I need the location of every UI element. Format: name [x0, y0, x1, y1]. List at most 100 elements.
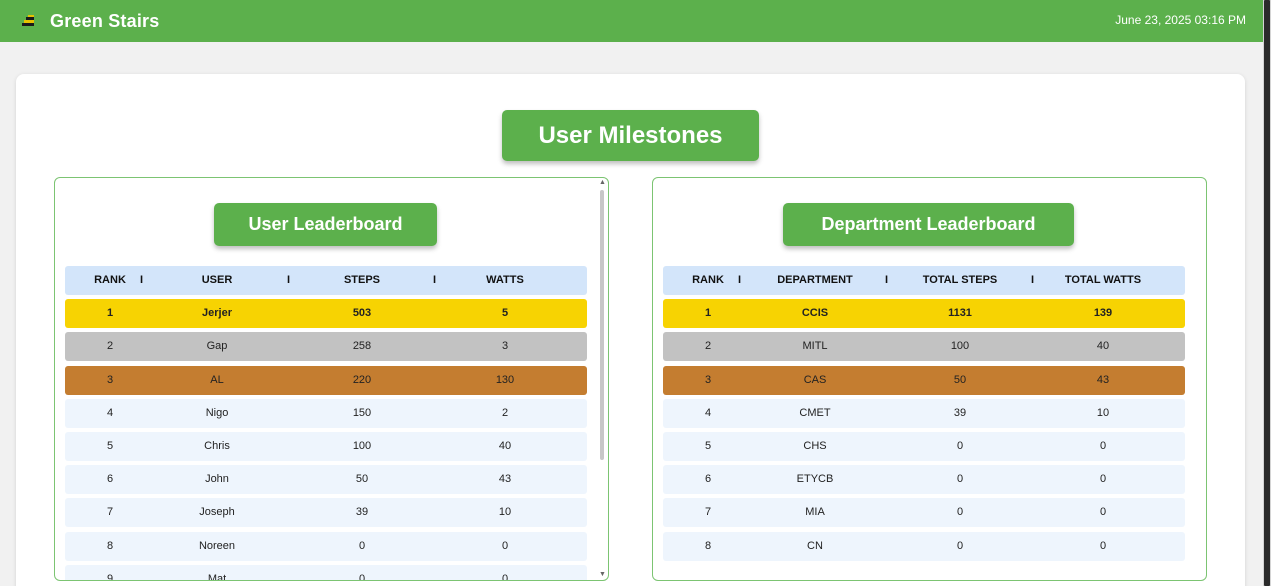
scrollbar-thumb[interactable]: [600, 190, 604, 460]
cell-steps: 0: [358, 539, 366, 552]
cell-steps: 50: [355, 473, 369, 486]
cell-user: AL: [210, 373, 224, 386]
cell-steps: 503: [352, 307, 372, 320]
table-row: 4 CMET 39 10: [663, 398, 1185, 428]
cell-watts: 10: [498, 506, 512, 519]
cell-total-steps: 1131: [948, 307, 972, 320]
table-row: 4 Nigo 150 2: [65, 398, 587, 428]
cell-department: CN: [807, 539, 823, 552]
cell-user: Chris: [204, 440, 230, 452]
column-separator: I: [433, 274, 437, 286]
cell-rank: 8: [106, 539, 114, 552]
cell-rank: 7: [704, 506, 712, 519]
window-scrollbar-thumb[interactable]: [1264, 0, 1270, 586]
table-row: 9 Mat 0 0: [65, 564, 587, 581]
column-header-rank: RANK: [692, 274, 724, 286]
cell-rank: 1: [704, 307, 712, 320]
cell-rank: 2: [704, 340, 712, 353]
cell-department: MITL: [802, 340, 828, 353]
column-separator: I: [140, 274, 144, 286]
cell-total-steps: 0: [956, 506, 964, 519]
table-header-row: RANK DEPARTMENT TOTAL STEPS TOTAL WATTS I I I: [663, 266, 1185, 295]
column-header-watts: WATTS: [486, 274, 524, 286]
cell-total-steps: 100: [950, 340, 970, 353]
table-row: 1 CCIS 1131 139: [663, 299, 1185, 329]
cell-user: Gap: [206, 340, 228, 353]
column-separator: I: [738, 274, 742, 286]
cell-watts: 0: [501, 539, 509, 552]
scroll-up-icon[interactable]: ▲: [599, 179, 606, 186]
window-scrollbar[interactable]: [1263, 0, 1271, 586]
stairs-icon: [20, 14, 38, 28]
table-row: 3 AL 220 130: [65, 365, 587, 395]
cell-department: CHS: [803, 440, 827, 452]
table-row: 3 CAS 50 43: [663, 365, 1185, 395]
cell-rank: 2: [106, 340, 114, 353]
table-row: 8 CN 0 0: [663, 531, 1185, 561]
table-row: 2 MITL 100 40: [663, 332, 1185, 362]
user-leaderboard-title: User Leaderboard: [214, 203, 437, 246]
cell-total-steps: 50: [953, 373, 967, 386]
cell-total-steps: 0: [956, 440, 964, 452]
cell-department: ETYCB: [796, 473, 834, 486]
cell-total-watts: 0: [1099, 440, 1107, 452]
cell-rank: 4: [106, 406, 114, 419]
cell-rank: 5: [106, 440, 114, 452]
column-separator: I: [287, 274, 291, 286]
cell-watts: 5: [501, 307, 509, 320]
cell-user: Noreen: [198, 539, 236, 552]
department-leaderboard-title: Department Leaderboard: [783, 203, 1074, 246]
cell-watts: 2: [501, 406, 509, 419]
table-row: 5 Chris 100 40: [65, 432, 587, 461]
cell-rank: 7: [106, 506, 114, 519]
column-separator: I: [885, 274, 889, 286]
cell-rank: 6: [704, 473, 712, 486]
table-row: 7 MIA 0 0: [663, 498, 1185, 528]
column-header-steps: STEPS: [343, 274, 381, 286]
cell-rank: 3: [704, 373, 712, 386]
cell-user: Nigo: [205, 406, 229, 419]
column-header-total-steps: TOTAL STEPS: [922, 274, 998, 286]
cell-user: Jerjer: [202, 307, 232, 320]
cell-steps: 220: [352, 373, 372, 386]
cell-total-watts: 40: [1096, 340, 1110, 353]
cell-watts: 40: [498, 440, 512, 452]
cell-rank: 3: [106, 373, 114, 386]
scroll-down-icon[interactable]: ▼: [599, 571, 606, 578]
cell-department: CMET: [799, 406, 831, 419]
cell-total-watts: 43: [1096, 373, 1110, 386]
table-row: 8 Noreen 0 0: [65, 531, 587, 561]
app-title[interactable]: Green Stairs: [50, 11, 159, 32]
cell-user: Mat: [207, 572, 227, 581]
column-header-department: DEPARTMENT: [777, 274, 853, 286]
cell-steps: 258: [352, 340, 372, 353]
page-title: User Milestones: [502, 110, 759, 161]
column-header-rank: RANK: [94, 274, 126, 286]
cell-steps: 39: [355, 506, 369, 519]
cell-rank: 5: [704, 440, 712, 452]
column-separator: I: [1031, 274, 1035, 286]
column-header-total-watts: TOTAL WATTS: [1064, 274, 1142, 286]
table-header-row: RANK USER STEPS WATTS I I I: [65, 266, 587, 295]
table-row: 6 John 50 43: [65, 465, 587, 495]
cell-watts: 0: [501, 572, 509, 581]
cell-rank: 9: [106, 572, 114, 581]
cell-user: Joseph: [199, 506, 235, 519]
table-row: 1 Jerjer 503 5: [65, 299, 587, 329]
cell-total-steps: 0: [956, 473, 964, 486]
cell-total-watts: 10: [1096, 406, 1110, 419]
user-leaderboard-panel[interactable]: User Leaderboard RANK USER STEPS WATTS I I I 1 J…: [54, 177, 609, 581]
top-bar: Green Stairs June 23, 2025 03:16 PM: [0, 0, 1263, 42]
column-header-user: USER: [201, 274, 233, 286]
cell-total-watts: 139: [1093, 307, 1113, 320]
user-leaderboard-scrollbar[interactable]: ▲ ▼: [598, 178, 608, 580]
cell-steps: 0: [358, 572, 366, 581]
cell-rank: 4: [704, 406, 712, 419]
table-row: 5 CHS 0 0: [663, 432, 1185, 461]
department-leaderboard-panel: Department Leaderboard RANK DEPARTMENT TOT…: [652, 177, 1207, 581]
cell-rank: 8: [704, 539, 712, 552]
table-row: 7 Joseph 39 10: [65, 498, 587, 528]
cell-total-steps: 0: [956, 539, 964, 552]
cell-watts: 130: [495, 373, 515, 386]
cell-total-watts: 0: [1099, 473, 1107, 486]
